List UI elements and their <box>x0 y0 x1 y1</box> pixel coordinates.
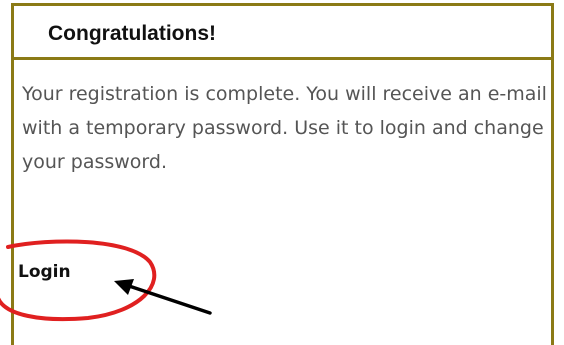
login-link[interactable]: Login <box>18 262 71 282</box>
panel-header: Congratulations! <box>14 6 551 60</box>
panel-title: Congratulations! <box>48 22 216 45</box>
confirmation-message: Your registration is complete. You will … <box>22 83 547 173</box>
registration-complete-panel: Congratulations! Your registration is co… <box>11 3 554 345</box>
